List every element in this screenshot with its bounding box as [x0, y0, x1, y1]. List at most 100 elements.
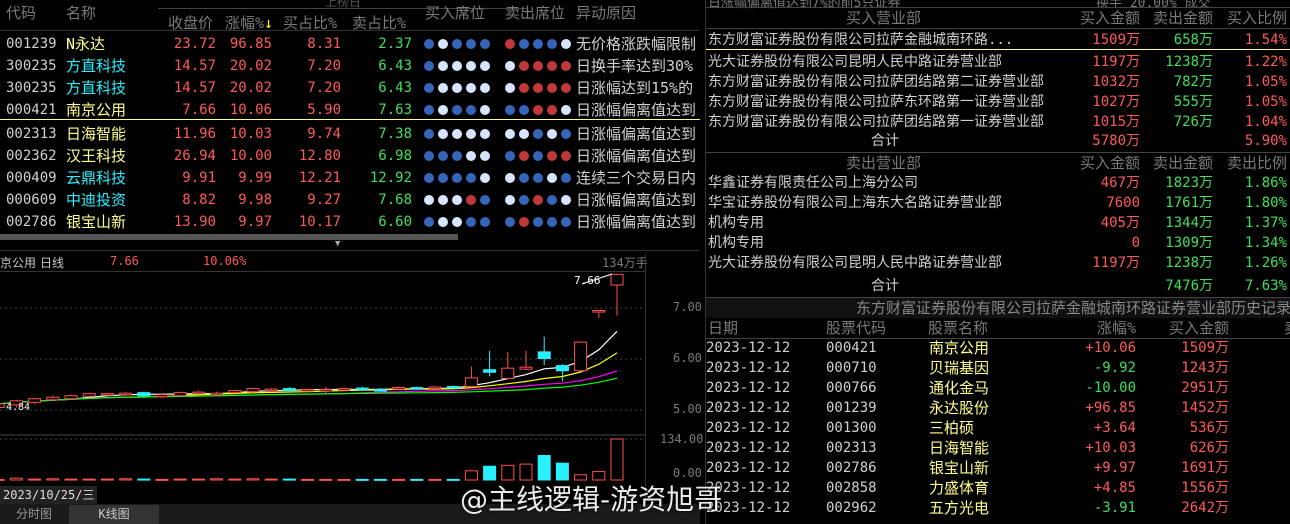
buy-seats[interactable]	[424, 217, 490, 227]
buy-seats[interactable]	[424, 151, 490, 161]
table-row[interactable]: 300235 方直科技 14.57 20.02 7.20 6.43 日换手率达到…	[0, 55, 700, 77]
sell-seats[interactable]	[505, 83, 571, 93]
broker-row[interactable]: 机构专用 405万 1344万 1.37%	[706, 213, 1290, 233]
cell: 买入营业部	[846, 9, 922, 27]
sell-seats[interactable]	[505, 105, 571, 115]
table-row[interactable]: 002786 银宝山新 13.90 9.97 10.17 6.60 日涨幅偏离值…	[0, 211, 700, 233]
sell-seats[interactable]	[505, 151, 571, 161]
change-pct: +96.85	[1085, 400, 1136, 416]
buy-seats[interactable]	[424, 129, 490, 139]
col-buy-seats[interactable]: 买入席位	[425, 2, 485, 23]
seat-dot-icon	[438, 129, 448, 139]
seat-dot-icon	[438, 83, 448, 93]
broker-row[interactable]: 东方财富证券股份有限公司拉萨团结路第二证券营业部 1032万 782万 1.05%	[706, 72, 1290, 92]
buy-seats[interactable]	[424, 61, 490, 71]
stock-name: 方直科技	[66, 57, 127, 75]
buy-seats[interactable]	[424, 105, 490, 115]
kline-chart[interactable]	[0, 272, 645, 490]
history-col[interactable]: 涨幅%	[1097, 318, 1136, 338]
history-col[interactable]: 买入金额	[1169, 318, 1229, 338]
close-price: 13.90	[173, 214, 216, 230]
volume-bar	[228, 478, 242, 481]
history-row[interactable]: 2023-12-12 002313 日海智能 +10.03 626万	[706, 438, 1290, 458]
buy-seats[interactable]	[424, 173, 490, 183]
sell-seats[interactable]	[505, 195, 571, 205]
broker-row[interactable]: 东方财富证券股份有限公司拉萨金融城南环路... 1509万 658万 1.54%	[706, 30, 1290, 50]
sell-seats[interactable]	[505, 61, 571, 71]
broker-row[interactable]: 光大证券股份有限公司昆明人民中路证券营业部 1197万 1238万 1.22%	[706, 52, 1290, 72]
candle	[264, 388, 278, 392]
col-sell-seats[interactable]: 卖出席位	[505, 2, 565, 23]
left-panel: 上榜日 代码 名称 收盘价 涨幅%↓ 买占比% 卖占比% 买入席位 卖出席位 异…	[0, 0, 703, 524]
broker-row[interactable]: 东方财富证券股份有限公司拉萨东环路第一证券营业部 1027万 555万 1.05%	[706, 92, 1290, 112]
sell-ratio: 6.98	[378, 148, 412, 164]
buy-seats[interactable]	[424, 39, 490, 49]
close-price: 26.94	[173, 148, 216, 164]
cell: 1823万	[1165, 175, 1213, 191]
history-row[interactable]: 2023-12-12 000421 南京公用 +10.06 1509万	[706, 338, 1290, 358]
broker-row[interactable]: 华宝证券股份有限公司上海东大名路证券营业部 7600 1761万 1.80%	[706, 193, 1290, 213]
buy-seats[interactable]	[424, 83, 490, 93]
history-row[interactable]: 2023-12-12 000710 贝瑞基因 -9.92 1243万	[706, 358, 1290, 378]
sell-seats[interactable]	[505, 39, 571, 49]
history-col[interactable]: 股票代码	[826, 318, 886, 338]
sell-seats[interactable]	[505, 173, 571, 183]
sell-seats[interactable]	[505, 217, 571, 227]
col-code[interactable]: 代码	[6, 2, 36, 23]
history-col[interactable]: 股票名称	[928, 318, 988, 338]
table-row[interactable]: 000409 云鼎科技 9.91 9.99 12.21 12.92 连续三个交易…	[0, 167, 700, 189]
seat-dot-icon	[480, 217, 490, 227]
table-row[interactable]: 000609 中迪投资 8.82 9.98 9.27 7.68 日涨幅偏离值达到	[0, 189, 700, 211]
cell: 合计	[871, 278, 899, 294]
cell: 买入金额	[1079, 154, 1140, 172]
buy-ratio: 9.27	[307, 192, 341, 208]
sell-ratio: 7.38	[378, 126, 412, 142]
table-row[interactable]: 002313 日海智能 11.96 10.03 9.74 7.38 日涨幅偏离值…	[0, 123, 700, 145]
change-pct: +3.64	[1093, 420, 1136, 436]
tab-intraday[interactable]: 分时图	[0, 505, 68, 524]
table-row[interactable]: 001239 N永达 23.72 96.85 8.31 2.37 无价格涨跌幅限…	[0, 33, 700, 55]
volume-bar	[100, 478, 114, 481]
cell: 1.37%	[1244, 215, 1287, 231]
buy-ratio: 10.17	[298, 214, 341, 230]
broker-row[interactable]: 东方财富证券股份有限公司拉萨团结路第一证券营业部 1015万 726万 1.04%	[706, 112, 1290, 132]
chart-period[interactable]: 日线	[40, 254, 64, 271]
volume-bar	[119, 478, 133, 481]
splitter-arrow-icon[interactable]: ▼	[335, 240, 351, 249]
change-pct: 9.99	[238, 170, 272, 186]
volume-bar	[9, 477, 23, 481]
seat-dot-icon	[519, 39, 529, 49]
history-row[interactable]: 2023-12-12 002858 力盛体育 +4.85 1556万	[706, 478, 1290, 498]
table-row[interactable]: 300235 方直科技 14.57 20.02 7.20 6.43 日涨幅达到1…	[0, 77, 700, 99]
seat-dot-icon	[505, 217, 515, 227]
seat-dot-icon	[519, 195, 529, 205]
history-col[interactable]: 卖	[1284, 318, 1290, 338]
history-row[interactable]: 2023-12-12 000766 通化金马 -10.00 2951万	[706, 378, 1290, 398]
horizontal-scrollbar[interactable]	[0, 234, 458, 240]
history-row[interactable]: 2023-12-12 001300 三柏硕 +3.64 536万	[706, 418, 1290, 438]
table-row[interactable]: 002362 汉王科技 26.94 10.00 12.80 6.98 日涨幅偏离…	[0, 145, 700, 167]
chart-stock-label: 京公用	[0, 256, 37, 270]
cell: 卖出金额	[1152, 154, 1213, 172]
seat-dot-icon	[452, 129, 462, 139]
history-row[interactable]: 2023-12-12 001239 永达股份 +96.85 1452万	[706, 398, 1290, 418]
buy-seats[interactable]	[424, 195, 490, 205]
broker-row[interactable]: 机构专用 0 1309万 1.34%	[706, 233, 1290, 253]
cell: 5780万	[1092, 133, 1140, 149]
history-row[interactable]: 2023-12-12 002786 银宝山新 +9.97 1691万	[706, 458, 1290, 478]
table-row[interactable]: 000421 南京公用 7.66 10.06 5.90 7.63 日涨幅偏离值达…	[0, 99, 700, 121]
col-name[interactable]: 名称	[66, 2, 96, 23]
broker-row[interactable]: 光大证券股份有限公司昆明人民中路证券营业部 1197万 1238万 1.26%	[706, 253, 1290, 273]
splitter[interactable]	[0, 250, 700, 251]
broker-row[interactable]: 华鑫证券有限责任公司上海分公司 467万 1823万 1.86%	[706, 173, 1290, 193]
cell: 1.34%	[1244, 235, 1287, 251]
history-col[interactable]: 日期	[708, 318, 738, 338]
cell: 1.05%	[1244, 94, 1287, 110]
seat-dot-icon	[533, 83, 543, 93]
history-row[interactable]: 2023-12-12 002962 五方光电 -3.91 2642万	[706, 498, 1290, 518]
seat-dot-icon	[424, 195, 434, 205]
tab-kline[interactable]: K线图	[69, 505, 159, 524]
col-reason[interactable]: 异动原因	[576, 2, 636, 23]
sell-seats[interactable]	[505, 129, 571, 139]
volume-bar	[137, 478, 151, 481]
